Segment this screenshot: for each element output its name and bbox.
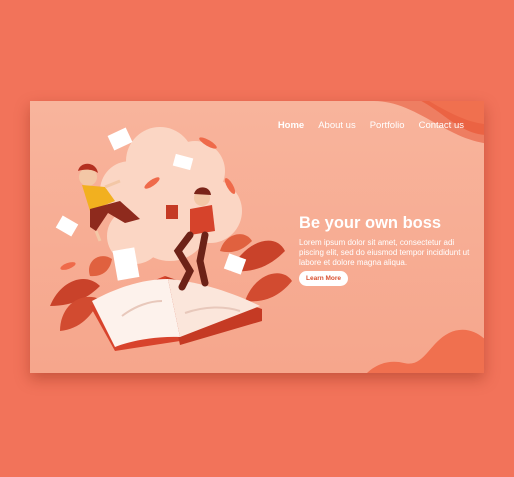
- reading-illustration: [50, 127, 292, 351]
- nav-portfolio-link[interactable]: Portfolio: [370, 120, 405, 131]
- learn-more-button[interactable]: Learn More: [299, 271, 349, 286]
- bottom-right-blob: [366, 329, 484, 373]
- landing-page-card: Home About us Portfolio Contact us Be yo…: [30, 101, 484, 373]
- main-nav: Home About us Portfolio Contact us: [278, 120, 464, 131]
- cloud-shape: [100, 127, 242, 264]
- hero-description: Lorem ipsum dolor sit amet, consectetur …: [299, 238, 470, 267]
- hero-title: Be your own boss: [299, 214, 442, 232]
- open-book-icon: [90, 276, 262, 351]
- nav-about-us-link[interactable]: About us: [318, 120, 356, 131]
- nav-contact-us-link[interactable]: Contact us: [419, 120, 464, 131]
- top-right-blob: [374, 101, 484, 144]
